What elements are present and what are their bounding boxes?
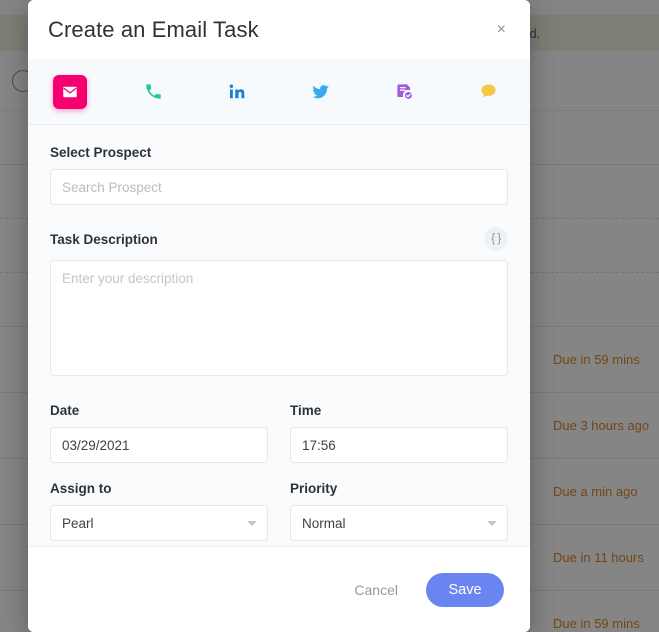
tab-call[interactable] xyxy=(112,59,196,124)
select-prospect-label: Select Prospect xyxy=(50,145,152,160)
merge-tag-icon[interactable]: { } xyxy=(484,227,508,251)
save-button[interactable]: Save xyxy=(426,572,504,607)
date-label: Date xyxy=(50,403,80,418)
dialog-footer: Cancel Save xyxy=(28,546,530,632)
task-description-label: Task Description xyxy=(50,231,158,247)
twitter-icon xyxy=(304,75,338,109)
create-email-task-dialog: Create an Email Task × Select Prospect S… xyxy=(28,0,530,632)
assign-to-field-group: Assign to Pearl xyxy=(50,481,268,541)
tab-twitter[interactable] xyxy=(279,59,363,124)
search-prospect-input[interactable] xyxy=(50,169,508,205)
time-input[interactable] xyxy=(290,427,508,463)
tab-general-task[interactable] xyxy=(363,59,447,124)
tab-email[interactable] xyxy=(28,59,112,124)
priority-value: Normal xyxy=(302,515,346,531)
screen: d. Due in 59 mins Due 3 hours ago xyxy=(0,0,659,632)
priority-select[interactable]: Normal xyxy=(290,505,508,541)
dialog-header: Create an Email Task × xyxy=(28,0,530,59)
close-icon[interactable]: × xyxy=(491,18,512,42)
date-input[interactable] xyxy=(50,427,268,463)
task-check-icon xyxy=(388,75,422,109)
task-description-label-row: Task Description { } xyxy=(50,227,508,251)
priority-field-group: Priority Normal xyxy=(290,481,508,541)
linkedin-icon xyxy=(220,75,254,109)
envelope-icon xyxy=(52,74,87,109)
chat-bubble-icon xyxy=(471,75,505,109)
assign-to-value: Pearl xyxy=(62,515,94,531)
cancel-button[interactable]: Cancel xyxy=(344,574,408,606)
time-label: Time xyxy=(290,403,322,418)
assign-to-label: Assign to xyxy=(50,481,112,496)
tab-linkedin[interactable] xyxy=(195,59,279,124)
channel-type-tabs xyxy=(28,59,530,125)
assign-to-select[interactable]: Pearl xyxy=(50,505,268,541)
date-field-group: Date xyxy=(50,403,268,463)
assign-priority-row: Assign to Pearl Priority Normal xyxy=(50,481,508,541)
date-time-row: Date Time xyxy=(50,403,508,463)
page-title: Create an Email Task xyxy=(48,16,259,42)
task-description-textarea[interactable] xyxy=(50,260,508,376)
tab-sms[interactable] xyxy=(446,59,530,124)
time-field-group: Time xyxy=(290,403,508,463)
phone-icon xyxy=(137,75,171,109)
priority-label: Priority xyxy=(290,481,338,496)
dialog-body: Select Prospect Task Description { } Dat… xyxy=(28,125,530,546)
